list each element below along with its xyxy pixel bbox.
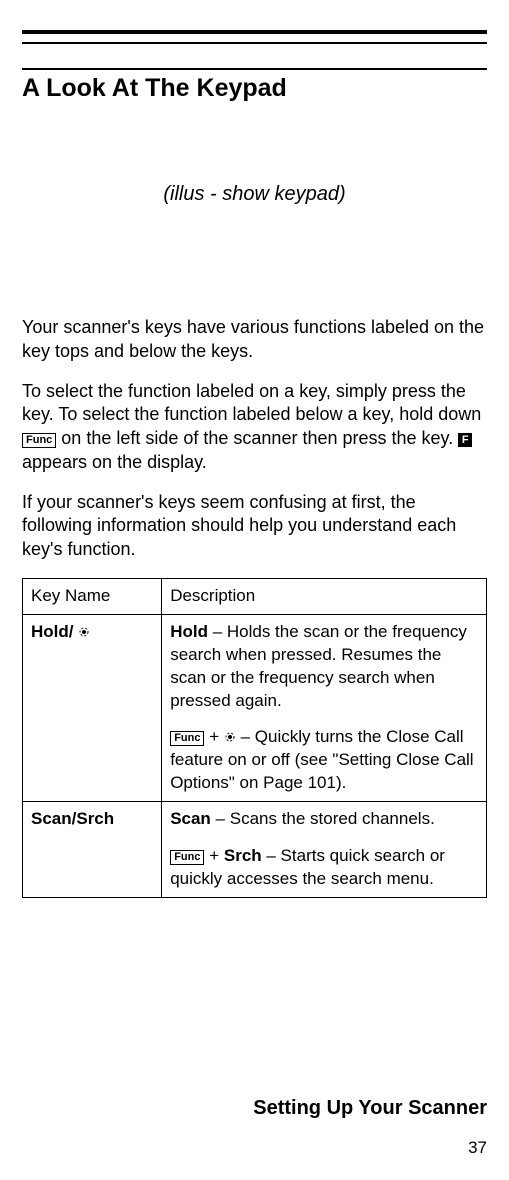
rule-thick	[22, 30, 487, 34]
key-name-text: Hold/	[31, 622, 78, 641]
body-paragraph-3: If your scanner's keys seem confusing at…	[22, 491, 487, 562]
func-icon: Func	[22, 433, 56, 448]
body-paragraph-1: Your scanner's keys have various functio…	[22, 316, 487, 364]
header-description: Description	[162, 578, 487, 614]
body-paragraph-2: To select the function labeled on a key,…	[22, 380, 487, 475]
top-rule-group	[22, 30, 487, 44]
desc-lead-bold: Srch	[224, 846, 262, 865]
desc-block: Func + – Quickly turns the Close Call fe…	[170, 726, 478, 795]
cell-key-name-scan: Scan/Srch	[23, 802, 162, 898]
cell-description-scan: Scan – Scans the stored channels. Func +…	[162, 802, 487, 898]
table-header-row: Key Name Description	[23, 578, 487, 614]
desc-lead-bold: Scan	[170, 809, 211, 828]
desc-text: – Scans the stored channels.	[211, 809, 435, 828]
table-row: Hold/ Hold – Holds the scan or the frequ…	[23, 614, 487, 802]
p2-part-c: appears on the display.	[22, 452, 207, 472]
desc-block: Scan – Scans the stored channels.	[170, 808, 478, 831]
close-call-icon	[224, 731, 236, 743]
table-row: Scan/Srch Scan – Scans the stored channe…	[23, 802, 487, 898]
page-title: A Look At The Keypad	[22, 68, 487, 103]
func-icon: Func	[170, 731, 204, 746]
desc-block: Hold – Holds the scan or the frequency s…	[170, 621, 478, 713]
cell-key-name-hold: Hold/	[23, 614, 162, 802]
close-call-icon	[78, 626, 90, 638]
plus-sign: +	[209, 727, 224, 746]
illustration-placeholder: (illus - show keypad)	[22, 183, 487, 206]
p2-part-a: To select the function labeled on a key,…	[22, 381, 481, 425]
key-name-text: Scan/Srch	[31, 809, 114, 828]
desc-block: Func + Srch – Starts quick search or qui…	[170, 845, 478, 891]
plus-sign: +	[209, 846, 224, 865]
rule-thin	[22, 42, 487, 44]
document-page: A Look At The Keypad (illus - show keypa…	[0, 0, 509, 1180]
desc-text: – Holds the scan or the frequency search…	[170, 622, 467, 710]
page-number: 37	[22, 1138, 487, 1158]
func-icon: Func	[170, 850, 204, 865]
key-function-table: Key Name Description Hold/ Hold – Holds …	[22, 578, 487, 898]
header-key-name: Key Name	[23, 578, 162, 614]
chapter-title: Setting Up Your Scanner	[22, 1097, 487, 1120]
desc-lead-bold: Hold	[170, 622, 208, 641]
f-indicator-icon: F	[458, 433, 472, 447]
p2-part-b: on the left side of the scanner then pre…	[61, 428, 458, 448]
cell-description-hold: Hold – Holds the scan or the frequency s…	[162, 614, 487, 802]
page-footer: Setting Up Your Scanner 37	[22, 1097, 487, 1158]
